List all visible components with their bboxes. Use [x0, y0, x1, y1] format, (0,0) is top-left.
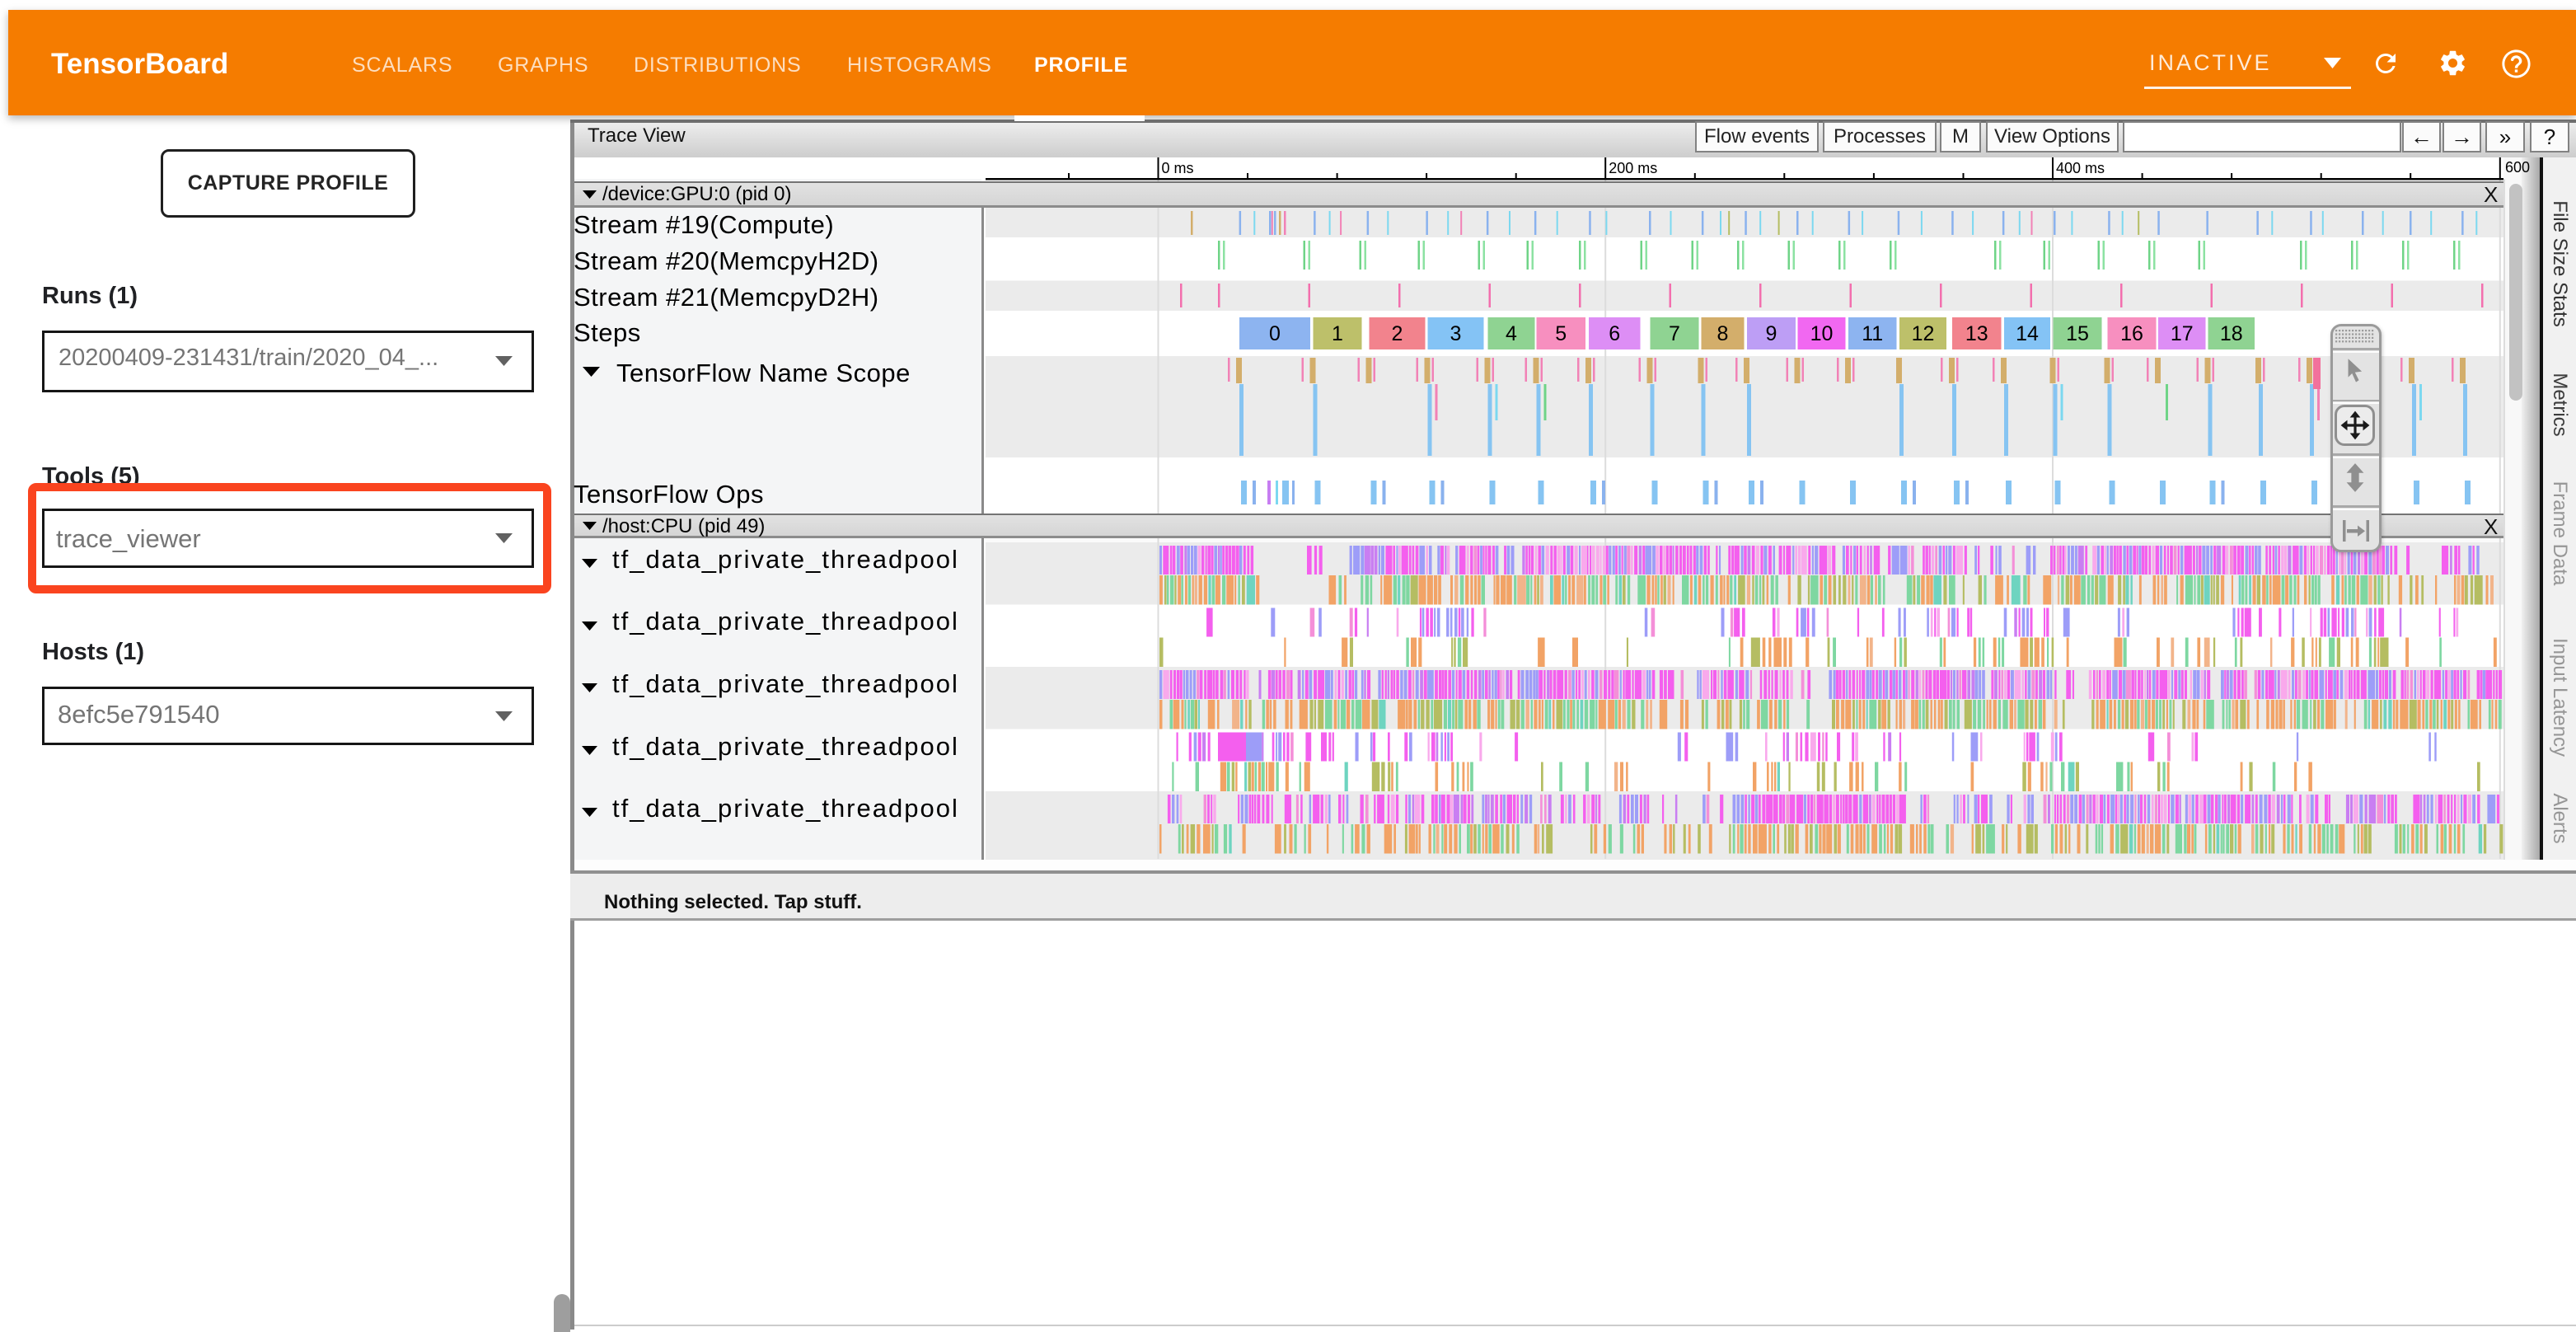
svg-text:0 ms: 0 ms: [1162, 160, 1194, 176]
svg-text:8: 8: [1717, 322, 1729, 345]
svg-text:7: 7: [1669, 322, 1680, 345]
svg-text:400 ms: 400 ms: [2056, 160, 2105, 176]
svg-text:200 ms: 200 ms: [1609, 160, 1657, 176]
svg-text:14: 14: [2016, 322, 2039, 345]
svg-text:2: 2: [1392, 322, 1403, 345]
svg-text:1: 1: [1332, 322, 1343, 345]
svg-text:4: 4: [1506, 322, 1517, 345]
svg-text:10: 10: [1810, 322, 1834, 345]
svg-text:5: 5: [1555, 322, 1567, 345]
svg-text:16: 16: [2120, 322, 2143, 345]
svg-text:15: 15: [2066, 322, 2089, 345]
svg-text:12: 12: [1912, 322, 1935, 345]
svg-text:17: 17: [2171, 322, 2194, 345]
svg-text:13: 13: [1965, 322, 1988, 345]
svg-text:9: 9: [1766, 322, 1777, 345]
svg-text:11: 11: [1862, 322, 1883, 345]
svg-text:6: 6: [1609, 322, 1620, 345]
svg-text:3: 3: [1450, 322, 1462, 345]
svg-text:0: 0: [1269, 322, 1281, 345]
svg-text:18: 18: [2220, 322, 2243, 345]
